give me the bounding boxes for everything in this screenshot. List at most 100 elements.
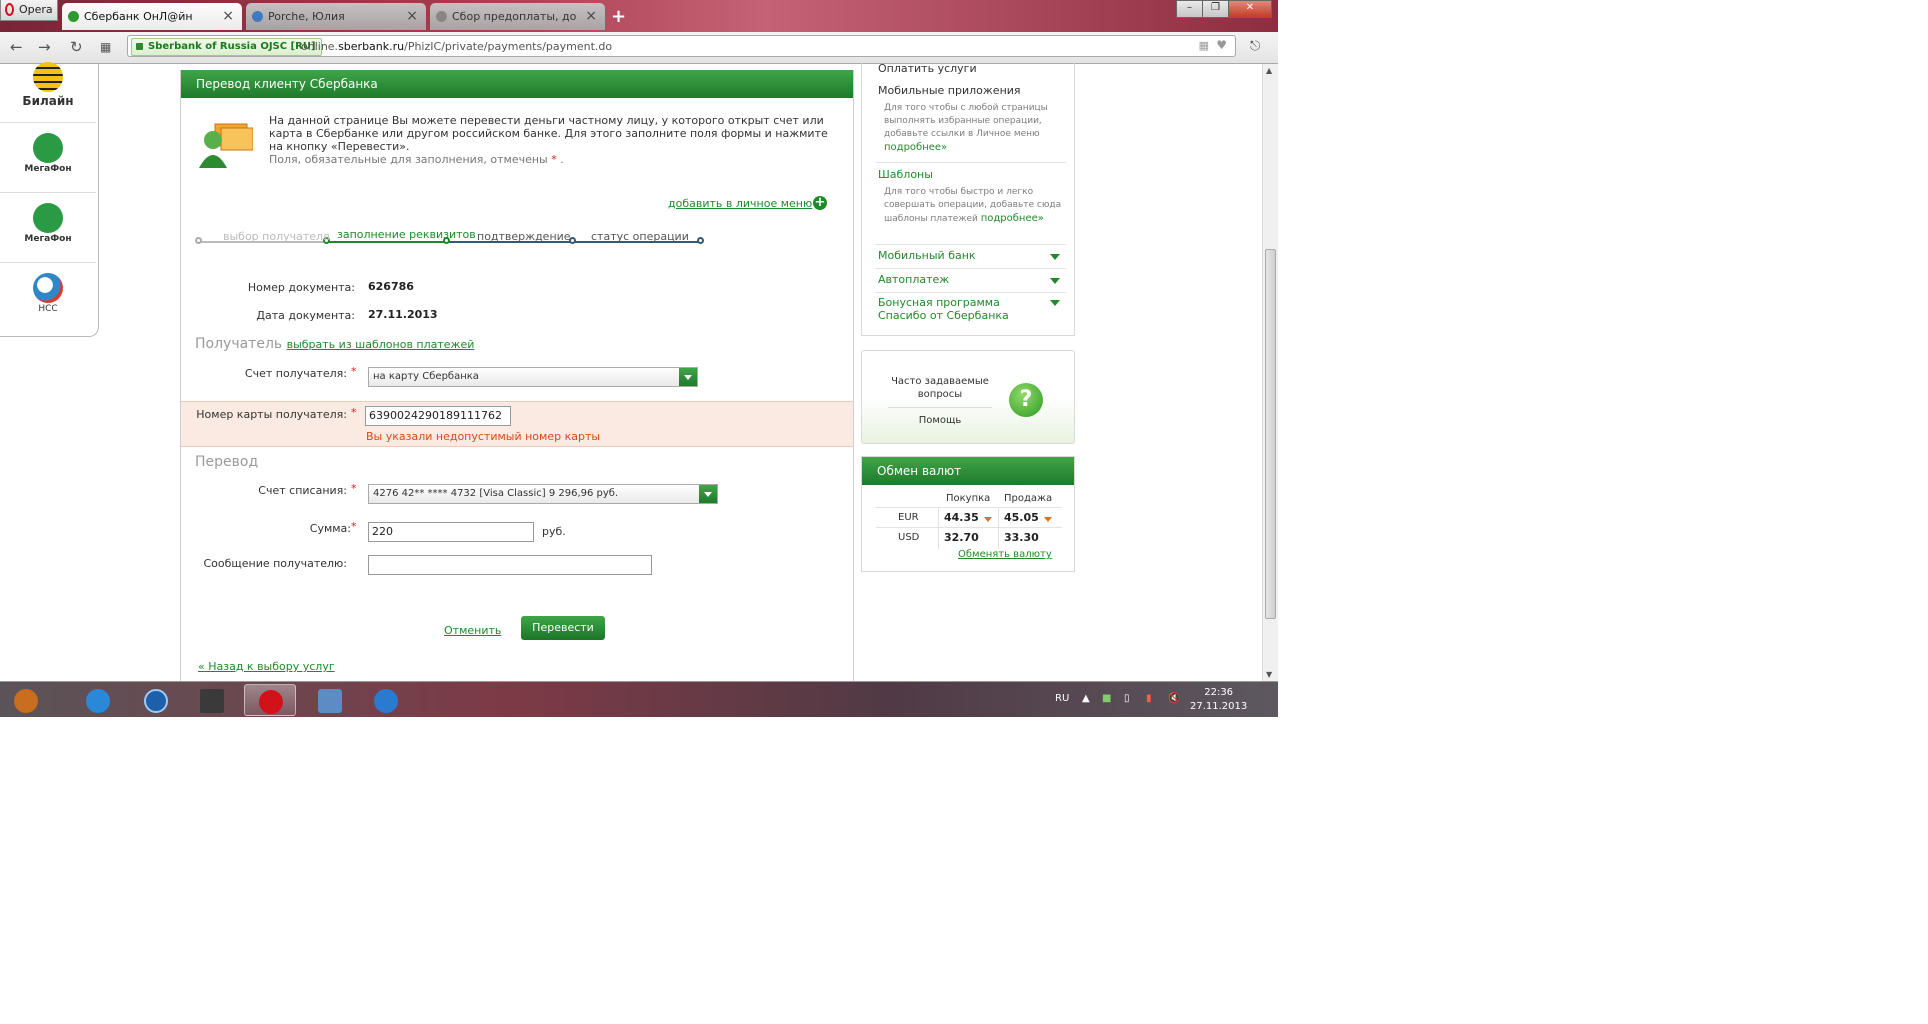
megafon-logo[interactable]: МегаФон bbox=[0, 194, 96, 263]
more-link[interactable]: подробнее» bbox=[981, 213, 1044, 224]
nss-logo[interactable]: НСС bbox=[0, 264, 96, 332]
step-line bbox=[326, 241, 446, 243]
url-field[interactable]: Sberbank of Russia OJSC [RU] online.sber… bbox=[127, 35, 1236, 57]
exchange-currency-link[interactable]: Обменять валюту bbox=[958, 549, 1052, 560]
divider bbox=[876, 268, 1066, 269]
rate-down-icon bbox=[1044, 517, 1052, 522]
security-badge[interactable]: Sberbank of Russia OJSC [RU] bbox=[131, 38, 322, 56]
tab-sberbank[interactable]: Сбербанк ОнЛ@йн × bbox=[62, 3, 242, 30]
back-to-services-link[interactable]: « Назад к выбору услуг bbox=[198, 660, 335, 673]
speed-dial-icon[interactable]: ▦ bbox=[100, 40, 111, 54]
help-box[interactable]: Часто задаваемые вопросы Помощь ? bbox=[861, 350, 1075, 444]
divider bbox=[998, 507, 999, 549]
grid-icon[interactable]: ▦ bbox=[1199, 39, 1209, 52]
sell-rate: 33.30 bbox=[1004, 531, 1039, 544]
beeline-logo[interactable]: Билайн bbox=[0, 54, 96, 123]
language-indicator[interactable]: RU bbox=[1055, 693, 1069, 704]
currency-exchange-box: Обмен валют Покупка Продажа EUR 44.35 45… bbox=[861, 456, 1075, 572]
add-to-menu-link[interactable]: добавить в личное меню bbox=[668, 197, 812, 210]
show-hidden-icons-icon[interactable]: ▲ bbox=[1082, 693, 1090, 704]
divider bbox=[876, 292, 1066, 293]
amount-input[interactable]: 220 bbox=[368, 522, 534, 542]
megafon-icon bbox=[33, 203, 63, 233]
debit-account-select[interactable]: 4276 42** **** 4732 [Visa Classic] 9 296… bbox=[368, 484, 718, 504]
recipient-account-select[interactable]: на карту Сбербанка bbox=[368, 367, 698, 387]
taskbar-internet-explorer[interactable] bbox=[360, 684, 412, 716]
cancel-link[interactable]: Отменить bbox=[444, 624, 501, 637]
megafon-icon bbox=[33, 133, 63, 163]
templates-link[interactable]: Шаблоны bbox=[878, 168, 933, 181]
required-mark: * bbox=[351, 406, 357, 419]
taskbar-media-player[interactable] bbox=[72, 684, 124, 716]
debit-account-label: Счет списания: bbox=[258, 484, 347, 497]
signal-icon[interactable]: ▯ bbox=[1124, 693, 1130, 704]
divider bbox=[876, 527, 1062, 528]
help-link[interactable]: Помощь bbox=[882, 415, 998, 426]
taskbar-terminal[interactable] bbox=[186, 684, 238, 716]
logo-name: МегаФон bbox=[24, 234, 72, 244]
start-orb-icon bbox=[14, 689, 38, 713]
close-tab-icon[interactable]: × bbox=[406, 8, 418, 24]
close-tab-icon[interactable]: × bbox=[585, 8, 597, 24]
new-tab-button[interactable]: + bbox=[611, 6, 626, 27]
bonus-program-expander[interactable]: Бонусная программа Спасибо от Сбербанка bbox=[878, 296, 1048, 322]
mobile-apps-title: Мобильные приложения bbox=[878, 84, 1021, 97]
tab-prepayment[interactable]: Сбор предоплаты, до 9 н × bbox=[430, 3, 605, 30]
debit-account-value: 4276 42** **** 4732 [Visa Classic] 9 296… bbox=[373, 488, 619, 499]
power-icon[interactable]: ▮ bbox=[1146, 693, 1152, 704]
intro-text: На данной странице Вы можете перевести д… bbox=[269, 114, 828, 153]
choose-template-link[interactable]: выбрать из шаблонов платежей bbox=[287, 338, 475, 351]
start-button[interactable] bbox=[0, 684, 52, 716]
url-text: online.sberbank.ru/PhizIC/private/paymen… bbox=[301, 40, 612, 53]
progress-steps: выбор получателя заполнение реквизитов п… bbox=[195, 220, 835, 250]
maximize-button[interactable]: ❐ bbox=[1202, 0, 1229, 18]
pay-services-link[interactable]: Оплатить услуги bbox=[878, 62, 977, 75]
amount-label: Сумма: bbox=[309, 522, 351, 535]
help-question-icon[interactable]: ? bbox=[1009, 383, 1043, 417]
download-icon[interactable]: ⎋ bbox=[1250, 39, 1260, 54]
minimize-button[interactable]: – bbox=[1176, 0, 1203, 18]
add-plus-icon[interactable]: + bbox=[813, 196, 827, 210]
chevron-down-icon[interactable] bbox=[1050, 300, 1060, 306]
taskbar-opera[interactable] bbox=[244, 684, 296, 716]
sell-header: Продажа bbox=[1004, 493, 1053, 504]
page-scrollbar[interactable]: ▲ ▼ bbox=[1262, 64, 1278, 681]
mobile-bank-expander[interactable]: Мобильный банк bbox=[878, 249, 976, 262]
divider bbox=[876, 507, 1062, 508]
required-note-text: Поля, обязательные для заполнения, отмеч… bbox=[269, 153, 548, 166]
transfer-form-panel: Перевод клиенту Сбербанка На данной стра… bbox=[180, 70, 854, 681]
intro-block: На данной странице Вы можете перевести д… bbox=[269, 114, 829, 166]
chevron-down-icon[interactable] bbox=[699, 485, 717, 503]
scroll-up-icon[interactable]: ▲ bbox=[1266, 66, 1272, 75]
close-tab-icon[interactable]: × bbox=[222, 8, 234, 24]
operator-logos: Билайн МегаФон МегаФон НСС bbox=[0, 62, 99, 337]
required-note: Поля, обязательные для заполнения, отмеч… bbox=[269, 153, 829, 166]
scroll-thumb[interactable] bbox=[1265, 249, 1276, 619]
recipient-account-value: на карту Сбербанка bbox=[373, 371, 479, 382]
taskbar-mail[interactable] bbox=[130, 684, 182, 716]
more-link[interactable]: подробнее» bbox=[884, 142, 947, 153]
required-mark: * bbox=[351, 365, 357, 378]
network-status-icon[interactable]: ■ bbox=[1102, 693, 1111, 704]
step-dot bbox=[195, 237, 202, 244]
media-player-icon bbox=[86, 689, 110, 713]
tab-porche[interactable]: Porche, Юлия × bbox=[246, 3, 426, 30]
chevron-down-icon[interactable] bbox=[679, 368, 697, 386]
mobile-apps-desc: Для того чтобы с любой страницы выполнят… bbox=[884, 102, 1064, 155]
scroll-down-icon[interactable]: ▼ bbox=[1266, 670, 1272, 679]
taskbar-explorer[interactable] bbox=[304, 684, 356, 716]
recipient-section-title: Получатель bbox=[195, 336, 283, 352]
recipient-section: Получатель выбрать из шаблонов платежей bbox=[195, 336, 474, 352]
message-input[interactable] bbox=[368, 555, 652, 575]
autopay-expander[interactable]: Автоплатеж bbox=[878, 273, 949, 286]
submit-transfer-button[interactable]: Перевести bbox=[521, 616, 605, 640]
chevron-down-icon[interactable] bbox=[1050, 254, 1060, 260]
megafon-logo[interactable]: МегаФон bbox=[0, 124, 96, 193]
opera-menu-button[interactable]: Opera bbox=[0, 0, 58, 21]
close-window-button[interactable]: ✕ bbox=[1228, 0, 1272, 18]
chevron-down-icon[interactable] bbox=[1050, 278, 1060, 284]
card-number-input[interactable]: 6390024290189111762 bbox=[365, 406, 511, 426]
system-clock[interactable]: 22:36 27.11.2013 bbox=[1190, 686, 1247, 714]
heart-icon[interactable]: ♥ bbox=[1216, 38, 1227, 52]
speaker-muted-icon[interactable]: 🔇 bbox=[1168, 693, 1180, 704]
